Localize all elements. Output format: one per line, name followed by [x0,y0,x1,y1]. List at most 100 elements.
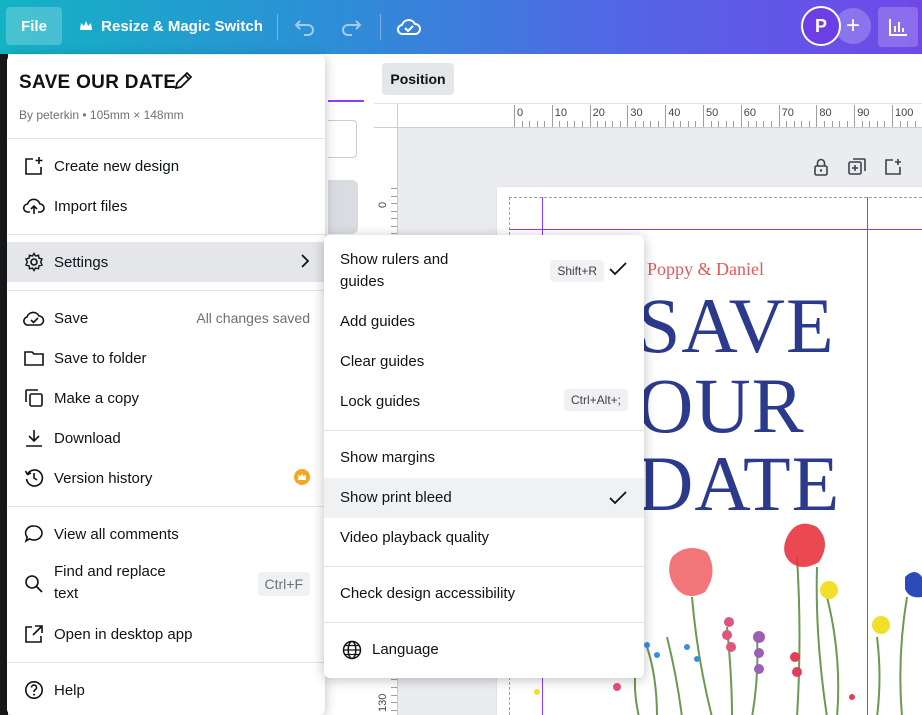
ruler-tick [391,225,397,227]
menu-label: Show print bleed [340,489,452,506]
divider [324,430,644,431]
ruler-tick [589,105,591,127]
ruler-label: 30 [630,107,643,119]
ruler-tick [559,121,561,127]
ruler-tick [551,105,553,127]
horizontal-ruler[interactable]: 0 10 20 30 40 50 60 70 80 90 100 [374,104,922,128]
file-menu-button[interactable]: File [6,7,62,45]
ruler-tick [391,679,397,681]
import-files-item[interactable]: Import files [7,186,325,226]
download-item[interactable]: Download [7,418,325,458]
ruler-tick [733,121,735,127]
ruler-tick [892,105,893,127]
headline-line-1[interactable]: SAVE [637,287,835,365]
open-in-desktop-app-item[interactable]: Open in desktop app [7,614,325,654]
show-rulers-guides-item[interactable]: Show rulers and guides Shift+R [324,247,644,295]
save-to-folder-item[interactable]: Save to folder [7,338,325,378]
menu-label: Version history [54,469,153,487]
divider [7,506,325,507]
ruler-tick [755,121,757,127]
save-item[interactable]: Save All changes saved [7,298,325,338]
language-item[interactable]: Language [324,630,644,670]
menu-label: Save to folder [54,349,147,367]
menu-label: Language [372,641,439,658]
find-and-replace-item[interactable]: Find and replace text Ctrl+F [7,554,325,614]
ruler-tick [566,121,568,127]
add-guides-item[interactable]: Add guides [324,302,644,342]
panel-tab-indicator [328,100,364,102]
external-link-icon [23,623,45,645]
add-page-icon[interactable] [882,156,904,178]
ruler-tick [391,218,397,220]
position-button[interactable]: Position [382,63,454,95]
crown-icon [80,21,93,30]
ruler-tick [529,121,531,127]
menu-label: Settings [54,253,109,271]
ruler-tick [846,121,848,127]
ruler-tick [816,105,818,127]
ruler-tick [884,121,886,127]
headline-line-2[interactable]: OUR [637,367,805,445]
chevron-right-icon [300,253,310,272]
menu-label: Find and replace [54,563,166,580]
guide-line[interactable] [509,229,922,230]
create-new-design-item[interactable]: Create new design [7,146,325,186]
divider [324,566,644,567]
ruler-label: 50 [706,107,719,119]
ruler-label: 60 [743,107,757,119]
panel-search-field[interactable] [328,120,357,158]
couple-names-text[interactable]: Poppy & Daniel [647,259,764,280]
divider [7,138,325,139]
lock-guides-item[interactable]: Lock guides Ctrl+Alt+; [324,382,644,422]
ruler-tick [786,121,788,127]
save-status: All changes saved [196,310,310,326]
settings-item[interactable]: Settings [7,242,325,282]
panel-card[interactable] [328,180,358,234]
ruler-tick [574,121,576,127]
view-all-comments-item[interactable]: View all comments [7,514,325,554]
ruler-tick [687,121,689,127]
separator [277,14,278,40]
ruler-tick [391,210,397,212]
cloud-saved-icon[interactable] [396,14,422,40]
ruler-tick [657,121,659,127]
menu-label: Add guides [340,313,416,330]
menu-label: Import files [54,197,128,215]
insights-chart-icon[interactable] [878,7,918,47]
design-title[interactable]: SAVE OUR DATE [19,72,176,94]
version-history-item[interactable]: Version history [7,458,325,498]
separator [380,14,381,40]
ruler-label: 70 [781,107,794,119]
lock-icon[interactable] [810,156,832,178]
redo-icon[interactable] [338,14,364,40]
show-margins-item[interactable]: Show margins [324,438,644,478]
pencil-icon[interactable] [173,71,193,96]
duplicate-page-icon[interactable] [846,156,868,178]
menu-label: Video playback quality [340,529,489,546]
help-item[interactable]: Help [7,670,325,710]
ruler-tick [907,121,909,127]
shortcut-badge: Shift+R [550,260,604,282]
clear-guides-item[interactable]: Clear guides [324,342,644,382]
menu-label: Make a copy [54,389,140,407]
check-accessibility-item[interactable]: Check design accessibility [324,574,644,614]
ruler-tick [854,105,856,127]
ruler-tick [861,121,863,127]
menu-label: Lock guides [340,393,421,410]
undo-icon[interactable] [292,14,318,40]
ruler-label: 0 [377,201,389,208]
ruler-label: 20 [592,107,605,119]
avatar[interactable]: P [801,6,841,46]
make-a-copy-item[interactable]: Make a copy [7,378,325,418]
ruler-tick [876,121,878,127]
ruler-tick [710,121,712,127]
video-playback-quality-item[interactable]: Video playback quality [324,518,644,558]
file-menu: SAVE OUR DATE By peterkin • 105mm × 148m… [7,55,325,715]
resize-magic-switch-button[interactable]: Resize & Magic Switch [76,7,266,45]
show-print-bleed-item[interactable]: Show print bleed [324,478,644,518]
folder-icon [23,347,45,369]
ruler-tick [725,121,727,127]
ruler-tick [778,105,780,127]
headline-line-3[interactable]: DATE [637,445,840,523]
ruler-tick [604,121,606,127]
